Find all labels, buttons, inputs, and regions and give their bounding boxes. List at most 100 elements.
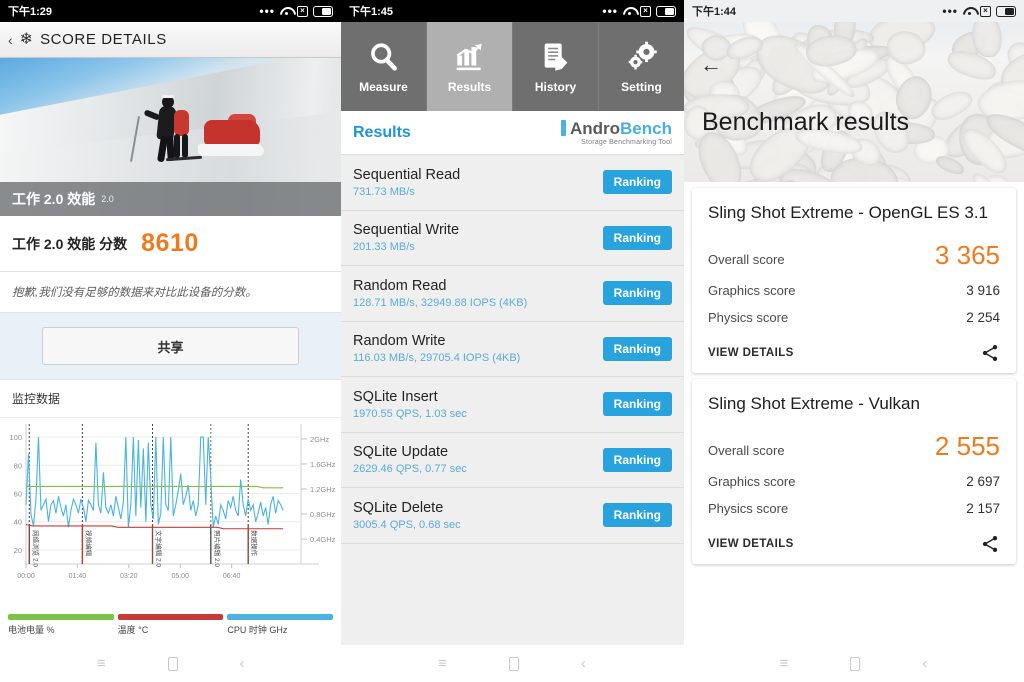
table-row: SQLite Insert 1970.55 QPS, 1.03 sec Rankin…: [341, 377, 684, 433]
battery-icon: [313, 5, 333, 17]
panel-androbench: 下午1:45 ••• × Measure Results History Set…: [341, 0, 684, 682]
status-icons: ••• ×: [602, 5, 676, 17]
svg-text:2GHz: 2GHz: [310, 435, 329, 444]
menu-icon[interactable]: ≡: [97, 655, 106, 672]
svg-text:03:20: 03:20: [120, 573, 138, 580]
card-footer: VIEW DETAILS: [708, 339, 1000, 363]
legend-swatch-cpu-clock: [227, 614, 334, 620]
benchmark-value: 731.73 MB/s: [353, 185, 415, 198]
svg-text:文字编辑 2.0: 文字编辑 2.0: [155, 530, 164, 567]
hero-caption-band: 工作 2.0 效能 2.0: [0, 182, 341, 216]
overall-score-value: 2 555: [934, 430, 1000, 461]
monitoring-section-title: 监控数据: [0, 379, 341, 418]
home-icon[interactable]: [167, 656, 178, 671]
tab-label-measure: Measure: [359, 79, 408, 94]
tab-setting[interactable]: Setting: [599, 22, 684, 111]
3dmark-hero: ← Benchmark results: [684, 22, 1024, 182]
benchmark-name: Sequential Read: [353, 166, 461, 183]
physics-score-label: Physics score: [708, 309, 789, 325]
table-row: Sequential Read 731.73 MB/s Ranking: [341, 155, 684, 211]
overall-score-row: Overall score 3 365: [708, 240, 1000, 271]
ranking-button[interactable]: Ranking: [602, 447, 672, 472]
svg-text:0.4GHz: 0.4GHz: [310, 535, 336, 544]
3dmark-cards: Sling Shot Extreme - OpenGL ES 3.1 Overal…: [684, 188, 1024, 564]
menu-icon[interactable]: ≡: [438, 655, 447, 672]
navbar-3: ≡ ‹: [683, 645, 1024, 682]
tab-results[interactable]: Results: [427, 22, 513, 111]
benchmark-value: 128.71 MB/s, 32949.88 IOPS (4KB): [353, 296, 528, 309]
panel-pcmark: 下午1:29 ••• × ‹ ❄ SCORE DETAILS 工作 2.0 效能…: [0, 0, 341, 682]
legend-label-cpu-clock: CPU 时钟 GHz: [227, 625, 288, 635]
ranking-button[interactable]: Ranking: [602, 225, 672, 250]
pcmark-appbar: ‹ ❄ SCORE DETAILS: [0, 22, 341, 58]
back-icon[interactable]: ‹: [922, 655, 927, 672]
graphics-score-value: 2 697: [966, 473, 1000, 489]
sim-x-icon: ×: [980, 5, 991, 17]
snowflake-icon: ❄: [19, 30, 34, 48]
home-icon[interactable]: [850, 656, 861, 671]
table-row: SQLite Delete 3005.4 QPS, 0.68 sec Ranking: [341, 488, 684, 544]
home-icon[interactable]: [508, 656, 519, 671]
tab-history[interactable]: History: [513, 22, 599, 111]
benchmark-value: 116.03 MB/s, 29705.4 IOPS (4KB): [353, 352, 521, 365]
back-arrow-icon[interactable]: ←: [700, 54, 722, 76]
navbar-1: ≡ ‹: [0, 645, 341, 682]
ranking-button[interactable]: Ranking: [602, 170, 672, 195]
svg-text:网络浏览 2.0: 网络浏览 2.0: [31, 530, 40, 567]
sled-figure: [198, 114, 264, 160]
legend-swatch-temperature: [117, 614, 224, 620]
benchmark-name: Random Read: [353, 277, 447, 294]
navbar-2: ≡ ‹: [341, 645, 682, 682]
status-time: 下午1:29: [8, 6, 53, 18]
view-details-link[interactable]: VIEW DETAILS: [708, 347, 794, 359]
score-label: 工作 2.0 效能 分数: [12, 235, 128, 252]
overall-score-label: Overall score: [708, 442, 785, 458]
androbench-brandbar: Results Andro Bench Storage Benchmarking…: [341, 111, 684, 155]
overall-score-label: Overall score: [708, 251, 785, 267]
share-icon[interactable]: [980, 534, 1000, 554]
svg-text:100: 100: [9, 433, 22, 442]
legend-item-cpu-clock: CPU 时钟 GHz: [227, 614, 334, 636]
svg-text:照片编辑 2.0: 照片编辑 2.0: [213, 530, 222, 567]
logo-tick: [560, 120, 566, 136]
benchmark-name: SQLite Insert: [353, 388, 438, 405]
sim-x-icon: ×: [297, 5, 308, 17]
ranking-button[interactable]: Ranking: [602, 281, 672, 306]
svg-text:00:00: 00:00: [17, 573, 35, 580]
table-row: SQLite Update 2629.46 QPS, 0.77 sec Rankin…: [341, 433, 684, 488]
back-chevron-icon[interactable]: ‹: [8, 32, 13, 48]
back-icon[interactable]: ‹: [240, 655, 245, 672]
tab-measure[interactable]: Measure: [341, 22, 427, 111]
legend-swatch-battery: [8, 614, 114, 620]
svg-text:05:00: 05:00: [171, 573, 189, 580]
benchmark-value: 3005.4 QPS, 0.68 sec: [353, 518, 461, 531]
benchmark-value: 1970.55 QPS, 1.03 sec: [353, 407, 467, 420]
back-icon[interactable]: ‹: [581, 655, 586, 672]
physics-score-value: 2 254: [966, 309, 1000, 325]
pcmark-hero-image: 工作 2.0 效能 2.0: [0, 58, 341, 216]
menu-icon[interactable]: ≡: [779, 655, 788, 672]
ranking-button[interactable]: Ranking: [602, 503, 672, 528]
share-button[interactable]: 共享: [42, 327, 299, 365]
bottom-navigation: ≡ ‹ ≡ ‹ ≡ ‹: [0, 645, 1024, 682]
benchmark-value: 2629.46 QPS, 0.77 sec: [353, 463, 467, 476]
legend-item-battery: 电池电量 %: [8, 614, 114, 636]
table-row: Random Write 116.03 MB/s, 29705.4 IOPS (4…: [341, 322, 684, 377]
legend-item-temperature: 温度 °C: [117, 614, 224, 636]
chart-svg: 20 40 60 80 100 0.4GHz 0.8GHz 1.2GHz 1.6GHz 2GHz 0…: [9, 424, 336, 580]
tab-label-setting: Setting: [621, 79, 662, 94]
panel-3dmark: 下午1:44 ••• × ← Benchmark results Sling S…: [684, 0, 1024, 682]
card-title: Sling Shot Extreme - Vulkan: [708, 393, 920, 413]
share-icon[interactable]: [980, 343, 1000, 363]
logo-andro: Andro: [569, 118, 621, 138]
svg-text:40: 40: [14, 518, 22, 527]
status-time: 下午1:45: [349, 6, 394, 18]
row-text: Random Read 128.71 MB/s, 32949.88 IOPS (4…: [353, 278, 527, 309]
physics-score-row: Physics score 2 254: [708, 310, 1000, 325]
svg-text:数据操作: 数据操作: [250, 530, 259, 557]
ranking-button[interactable]: Ranking: [602, 336, 672, 361]
ranking-button[interactable]: Ranking: [602, 392, 672, 417]
document-pen-icon: [544, 43, 567, 71]
view-details-link[interactable]: VIEW DETAILS: [708, 538, 794, 550]
more-dots-icon: •••: [259, 4, 275, 18]
